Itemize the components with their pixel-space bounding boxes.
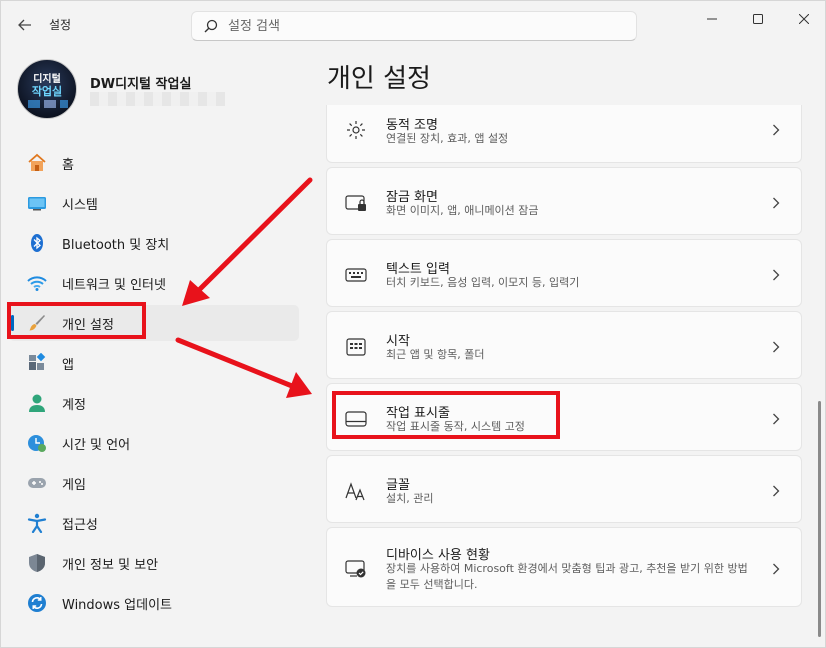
minimize-button[interactable] (689, 7, 735, 31)
card-lock-screen[interactable]: 잠금 화면 화면 이미지, 앱, 애니메이션 잠금 (326, 167, 802, 235)
back-arrow-icon (18, 19, 31, 31)
bluetooth-icon (27, 233, 47, 253)
chevron-right-icon (771, 340, 781, 354)
sidebar-item-label: Windows 업데이트 (62, 597, 173, 613)
shield-icon (27, 553, 47, 573)
gamepad-icon (27, 473, 47, 493)
account-icon (27, 393, 47, 413)
fonts-icon (345, 480, 367, 502)
card-start[interactable]: 시작 최근 앱 및 항목, 폴더 (326, 311, 802, 379)
sidebar-item-apps[interactable]: 앱 (9, 345, 299, 381)
lock-screen-icon (345, 192, 367, 214)
sidebar-item-network[interactable]: 네트워크 및 인터넷 (9, 265, 299, 301)
sidebar-item-windows-update[interactable]: Windows 업데이트 (9, 585, 299, 621)
search-icon (204, 19, 218, 33)
maximize-icon (753, 14, 763, 24)
close-icon (799, 14, 809, 24)
search-input[interactable] (228, 18, 608, 34)
clock-globe-icon (27, 433, 47, 453)
card-subtitle: 장치를 사용하여 Microsoft 환경에서 맞춤형 팁과 광고, 추천을 받… (386, 562, 748, 591)
system-icon (27, 193, 47, 213)
home-icon (27, 153, 47, 173)
dynamic-lighting-icon (345, 119, 367, 141)
title-bar: 설정 (1, 1, 825, 47)
card-subtitle: 연결된 장치, 효과, 앱 설정 (386, 132, 509, 145)
sidebar-item-label: 시간 및 언어 (62, 437, 131, 453)
sidebar-item-label: 계정 (62, 397, 86, 413)
avatar-text-line2: 작업실 (31, 85, 63, 98)
device-usage-icon (345, 558, 367, 580)
app-title: 설정 (49, 18, 72, 32)
sidebar-item-label: 시스템 (62, 197, 98, 213)
start-icon (345, 336, 367, 358)
sidebar-item-label: 네트워크 및 인터넷 (62, 277, 166, 293)
sidebar-item-bluetooth[interactable]: Bluetooth 및 장치 (9, 225, 299, 261)
network-icon (27, 273, 47, 293)
chevron-right-icon (771, 123, 781, 137)
search-box[interactable] (191, 11, 637, 41)
sidebar-item-label: 접근성 (62, 517, 98, 533)
apps-icon (27, 353, 47, 373)
card-subtitle: 설치, 관리 (386, 492, 434, 505)
sidebar-item-time-language[interactable]: 시간 및 언어 (9, 425, 299, 461)
card-fonts[interactable]: 글꼴 설치, 관리 (326, 455, 802, 523)
annotation-highlight-personalization (7, 302, 146, 339)
chevron-right-icon (771, 484, 781, 498)
user-profile[interactable]: 디지털 작업실 DW디지털 작업실 (17, 59, 297, 121)
sidebar-item-label: Bluetooth 및 장치 (62, 237, 170, 253)
avatar[interactable]: 디지털 작업실 (17, 59, 77, 119)
sidebar-item-label: 앱 (62, 357, 74, 373)
profile-email-blurred (90, 92, 225, 106)
back-button[interactable] (11, 13, 39, 37)
profile-name: DW디지털 작업실 (90, 77, 192, 92)
sidebar-item-home[interactable]: 홈 (9, 145, 299, 181)
annotation-highlight-taskbar (332, 391, 560, 439)
minimize-icon (707, 18, 717, 20)
sidebar-item-gaming[interactable]: 게임 (9, 465, 299, 501)
chevron-right-icon (771, 268, 781, 282)
maximize-button[interactable] (735, 7, 781, 31)
card-dynamic-lighting[interactable]: 동적 조명 연결된 장치, 효과, 앱 설정 (326, 105, 802, 163)
card-text-input[interactable]: 텍스트 입력 터치 키보드, 음성 입력, 이모지 등, 입력기 (326, 239, 802, 307)
sidebar-item-privacy[interactable]: 개인 정보 및 보안 (9, 545, 299, 581)
card-subtitle: 화면 이미지, 앱, 애니메이션 잠금 (386, 204, 539, 217)
card-device-usage[interactable]: 디바이스 사용 현황 장치를 사용하여 Microsoft 환경에서 맞춤형 팁… (326, 527, 802, 607)
chevron-right-icon (771, 412, 781, 426)
card-subtitle: 최근 앱 및 항목, 폴더 (386, 348, 485, 361)
update-icon (27, 593, 47, 613)
close-button[interactable] (781, 7, 826, 31)
avatar-decoration (28, 100, 68, 108)
scrollbar-thumb[interactable] (818, 401, 821, 637)
sidebar-item-accounts[interactable]: 계정 (9, 385, 299, 421)
sidebar-item-label: 게임 (62, 477, 86, 493)
sidebar-nav: 홈 시스템 Bluetooth 및 장치 네트워크 및 인터넷 개인 설정 앱 … (9, 145, 299, 625)
chevron-right-icon (771, 562, 781, 576)
page-title: 개인 설정 (327, 64, 431, 94)
accessibility-icon (27, 513, 47, 533)
keyboard-icon (345, 264, 367, 286)
sidebar-item-system[interactable]: 시스템 (9, 185, 299, 221)
sidebar-item-label: 홈 (62, 157, 74, 173)
chevron-right-icon (771, 196, 781, 210)
sidebar-item-accessibility[interactable]: 접근성 (9, 505, 299, 541)
sidebar-item-label: 개인 정보 및 보안 (62, 557, 159, 573)
card-subtitle: 터치 키보드, 음성 입력, 이모지 등, 입력기 (386, 276, 580, 289)
